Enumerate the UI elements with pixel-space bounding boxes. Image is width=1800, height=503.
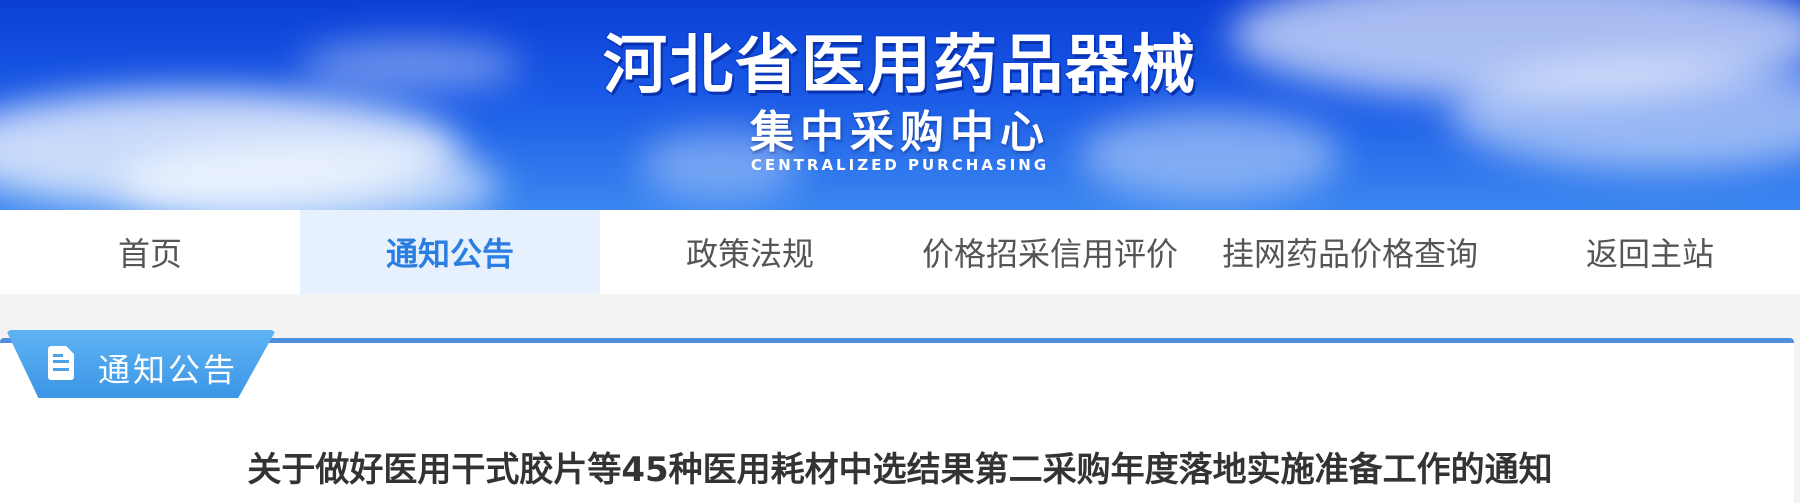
site-english-subtitle: CENTRALIZED PURCHASING [750,156,1050,174]
nav-item-main-site[interactable]: 返回主站 [1500,210,1800,294]
site-subtitle: 集中采购中心 [750,107,1050,158]
site-title: 河北省医用药品器械 [602,28,1197,104]
nav-item-price-credit[interactable]: 价格招采信用评价 [900,210,1200,294]
nav-item-home[interactable]: 首页 [0,210,300,294]
document-icon [48,346,74,380]
notice-title: 关于做好医用干式胶片等45种医用耗材中选结果第二采购年度落地实施准备工作的通知 [247,450,1553,490]
nav-item-notices[interactable]: 通知公告 [300,210,600,294]
nav-item-policies[interactable]: 政策法规 [600,210,900,294]
section-header-tab: 通知公告 [6,330,276,398]
nav-item-drug-price-query[interactable]: 挂网药品价格查询 [1200,210,1500,294]
header-banner: 河北省医用药品器械 集中采购中心 CENTRALIZED PURCHASING [0,0,1800,210]
section-title: 通知公告 [98,351,239,389]
main-nav: 首页 通知公告 政策法规 价格招采信用评价 挂网药品价格查询 返回主站 [0,210,1800,294]
